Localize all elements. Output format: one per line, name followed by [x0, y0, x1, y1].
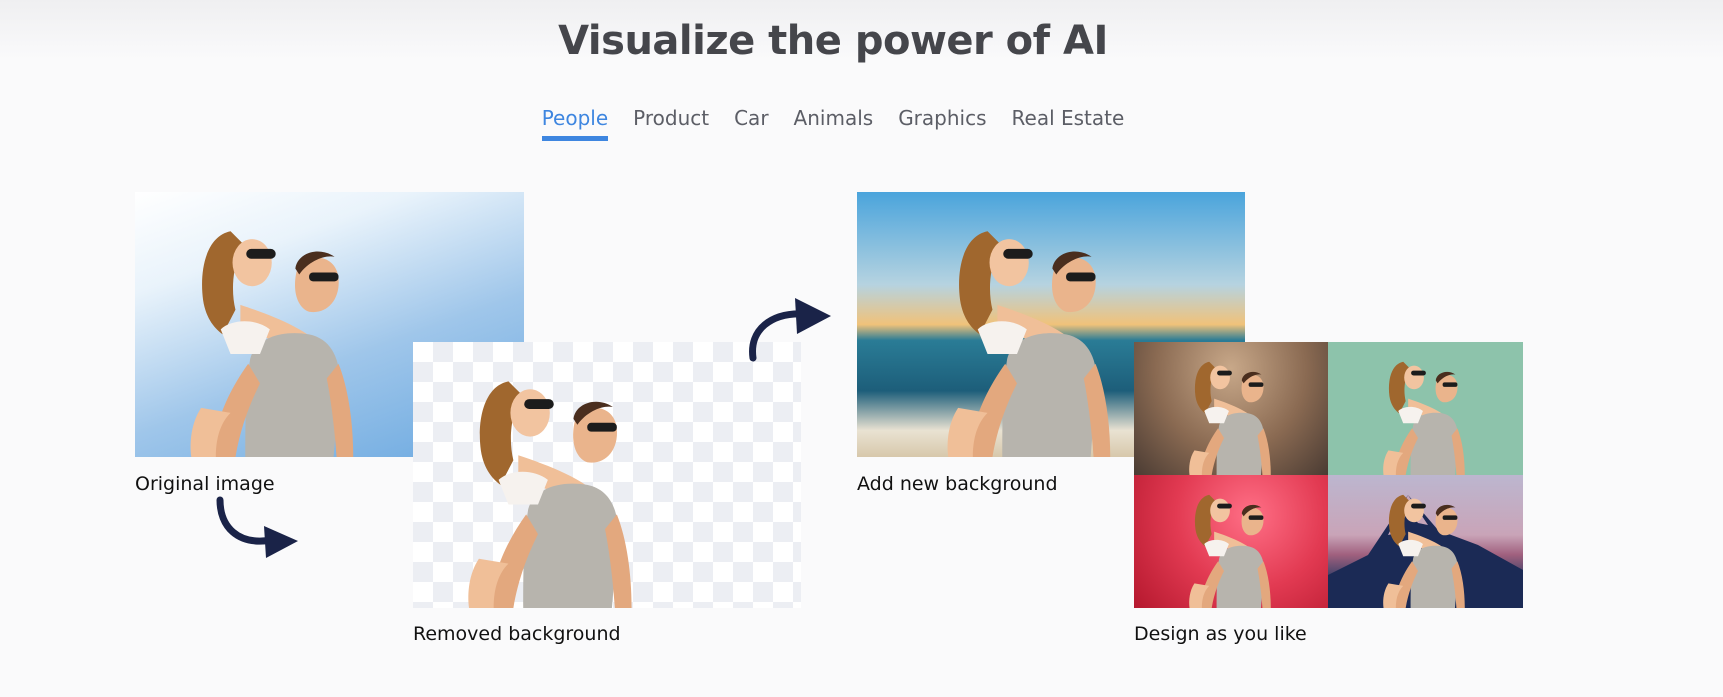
page-title: Visualize the power of AI [558, 18, 1108, 64]
curved-arrow-icon [216, 496, 298, 558]
category-tabs: People Product Car Animals Graphics Real… [0, 106, 1666, 141]
design-variant-mint [1328, 342, 1523, 475]
curved-arrow-icon [749, 298, 831, 362]
original-image-caption: Original image [135, 473, 275, 495]
new-background-caption: Add new background [857, 473, 1058, 495]
removed-background-image [413, 342, 801, 608]
couple-on-beach [917, 192, 1117, 457]
design-variant-red [1134, 475, 1328, 608]
tab-animals[interactable]: Animals [794, 106, 874, 141]
tab-car[interactable]: Car [734, 106, 768, 141]
tab-real-estate[interactable]: Real Estate [1012, 106, 1125, 141]
tab-product[interactable]: Product [633, 106, 709, 141]
couple-photo [160, 192, 360, 457]
tab-people[interactable]: People [541, 106, 609, 141]
removed-background-caption: Removed background [413, 623, 621, 645]
design-variant-mountain [1328, 475, 1523, 608]
couple-cutout [438, 342, 638, 608]
design-caption: Design as you like [1134, 623, 1307, 645]
design-variant-city [1134, 342, 1328, 475]
tab-graphics[interactable]: Graphics [898, 106, 986, 141]
